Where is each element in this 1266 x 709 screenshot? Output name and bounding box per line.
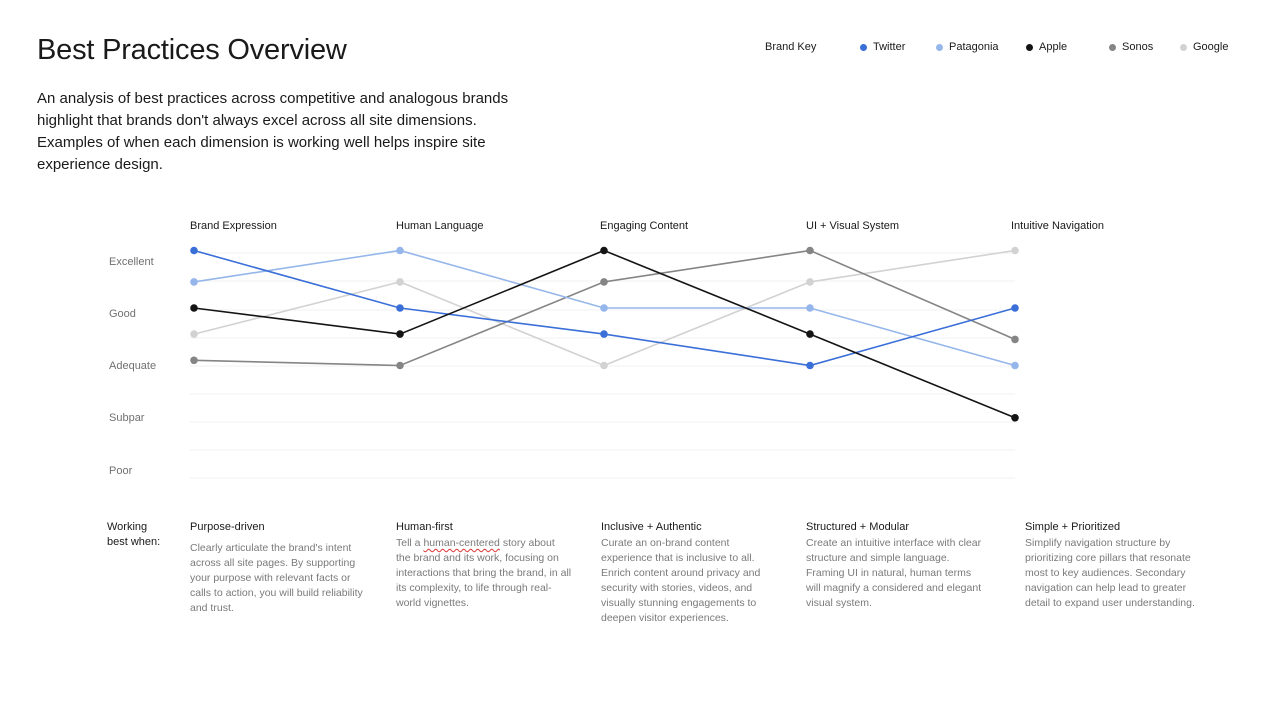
practice-title: Simple + Prioritized bbox=[1025, 521, 1121, 533]
column-header-intuitive-navigation: Intuitive Navigation bbox=[1011, 220, 1104, 232]
working-label-line1: Working bbox=[107, 521, 148, 533]
legend-title: Brand Key bbox=[765, 41, 817, 53]
legend-label: Apple bbox=[1039, 41, 1068, 53]
y-level-label-excellent: Excellent bbox=[109, 256, 154, 268]
data-point-sonos bbox=[806, 246, 814, 255]
y-level-label-poor: Poor bbox=[109, 465, 133, 477]
data-point-sonos bbox=[396, 361, 404, 370]
legend-label: Google bbox=[1193, 41, 1229, 53]
practice-structured-modular: Structured + Modular Create an intuitive… bbox=[806, 520, 988, 611]
legend-item-google: Google bbox=[1180, 41, 1228, 53]
practice-description: Create an intuitive interface with clear… bbox=[806, 537, 982, 609]
practice-human-first: Human-first Tell a human-centered story … bbox=[396, 520, 572, 611]
practice-title: Human-first bbox=[396, 521, 453, 533]
working-best-when-label: Working best when: bbox=[107, 520, 177, 550]
data-point-apple bbox=[1011, 414, 1019, 422]
legend-dot-icon bbox=[1180, 43, 1187, 51]
data-point-google bbox=[1011, 246, 1019, 255]
practice-simple-prioritized: Simple + Prioritized Simplify navigation… bbox=[1025, 520, 1203, 611]
practice-description: Tell a human-centered story about the br… bbox=[396, 536, 572, 611]
data-point-sonos bbox=[600, 278, 608, 286]
data-point-apple bbox=[806, 330, 814, 338]
data-point-google bbox=[396, 278, 404, 286]
data-point-twitter bbox=[1011, 304, 1019, 312]
data-point-twitter bbox=[396, 304, 404, 312]
legend-item-apple: Apple bbox=[1026, 41, 1067, 53]
data-point-sonos bbox=[1011, 335, 1019, 344]
practice-description: Clearly articulate the brand's intent ac… bbox=[190, 542, 363, 614]
column-header-human-language: Human Language bbox=[396, 220, 483, 232]
legend-item-patagonia: Patagonia bbox=[936, 41, 999, 53]
legend-dot-icon bbox=[1026, 43, 1033, 51]
legend-item-sonos: Sonos bbox=[1109, 41, 1153, 53]
column-header-brand-expression: Brand Expression bbox=[190, 220, 277, 232]
practice-title: Inclusive + Authentic bbox=[601, 521, 702, 533]
legend-label: Patagonia bbox=[949, 41, 999, 53]
data-point-patagonia bbox=[396, 246, 404, 255]
data-point-apple bbox=[600, 246, 608, 255]
practice-title: Purpose-driven bbox=[190, 521, 265, 533]
data-point-patagonia bbox=[1011, 361, 1019, 370]
working-label-line2: best when: bbox=[107, 536, 161, 548]
column-header-engaging-content: Engaging Content bbox=[600, 220, 688, 232]
practice-inclusive-authentic: Inclusive + Authentic Curate an on-brand… bbox=[601, 520, 777, 626]
brand-key-legend: Brand Key Twitter Patagonia Apple Sonos … bbox=[765, 40, 1235, 56]
legend-label: Sonos bbox=[1122, 41, 1154, 53]
y-level-label-good: Good bbox=[109, 308, 136, 320]
data-point-sonos bbox=[190, 356, 198, 365]
data-point-google bbox=[806, 278, 814, 286]
practice-text-flagged: human-centered bbox=[423, 537, 500, 549]
legend-item-twitter: Twitter bbox=[860, 41, 905, 53]
column-header-ui-visual-system: UI + Visual System bbox=[806, 220, 899, 232]
practice-description: Simplify navigation structure by priorit… bbox=[1025, 537, 1195, 609]
legend-dot-icon bbox=[860, 43, 867, 51]
data-point-twitter bbox=[190, 246, 198, 255]
data-point-patagonia bbox=[600, 304, 608, 312]
practice-text-pre: Tell a bbox=[396, 537, 424, 549]
data-point-apple bbox=[190, 304, 198, 312]
data-point-google bbox=[600, 361, 608, 370]
practice-purpose-driven: Purpose-driven Clearly articulate the br… bbox=[190, 520, 370, 616]
intro-paragraph: An analysis of best practices across com… bbox=[37, 90, 509, 173]
line-chart: Brand Expression Human Language Engaging C… bbox=[109, 220, 1104, 479]
page-title: Best Practices Overview bbox=[37, 34, 347, 66]
practice-description: Curate an on-brand content experience th… bbox=[601, 537, 761, 624]
legend-dot-icon bbox=[1109, 43, 1116, 51]
data-point-twitter bbox=[806, 361, 814, 370]
y-level-label-adequate: Adequate bbox=[109, 360, 156, 372]
legend-label: Twitter bbox=[873, 41, 906, 53]
practice-title: Structured + Modular bbox=[806, 521, 910, 533]
data-point-patagonia bbox=[190, 278, 198, 286]
data-point-apple bbox=[396, 330, 404, 338]
y-level-label-subpar: Subpar bbox=[109, 412, 145, 424]
data-point-twitter bbox=[600, 330, 608, 338]
legend-dot-icon bbox=[936, 43, 943, 51]
data-point-google bbox=[190, 330, 198, 338]
data-point-patagonia bbox=[806, 304, 814, 312]
